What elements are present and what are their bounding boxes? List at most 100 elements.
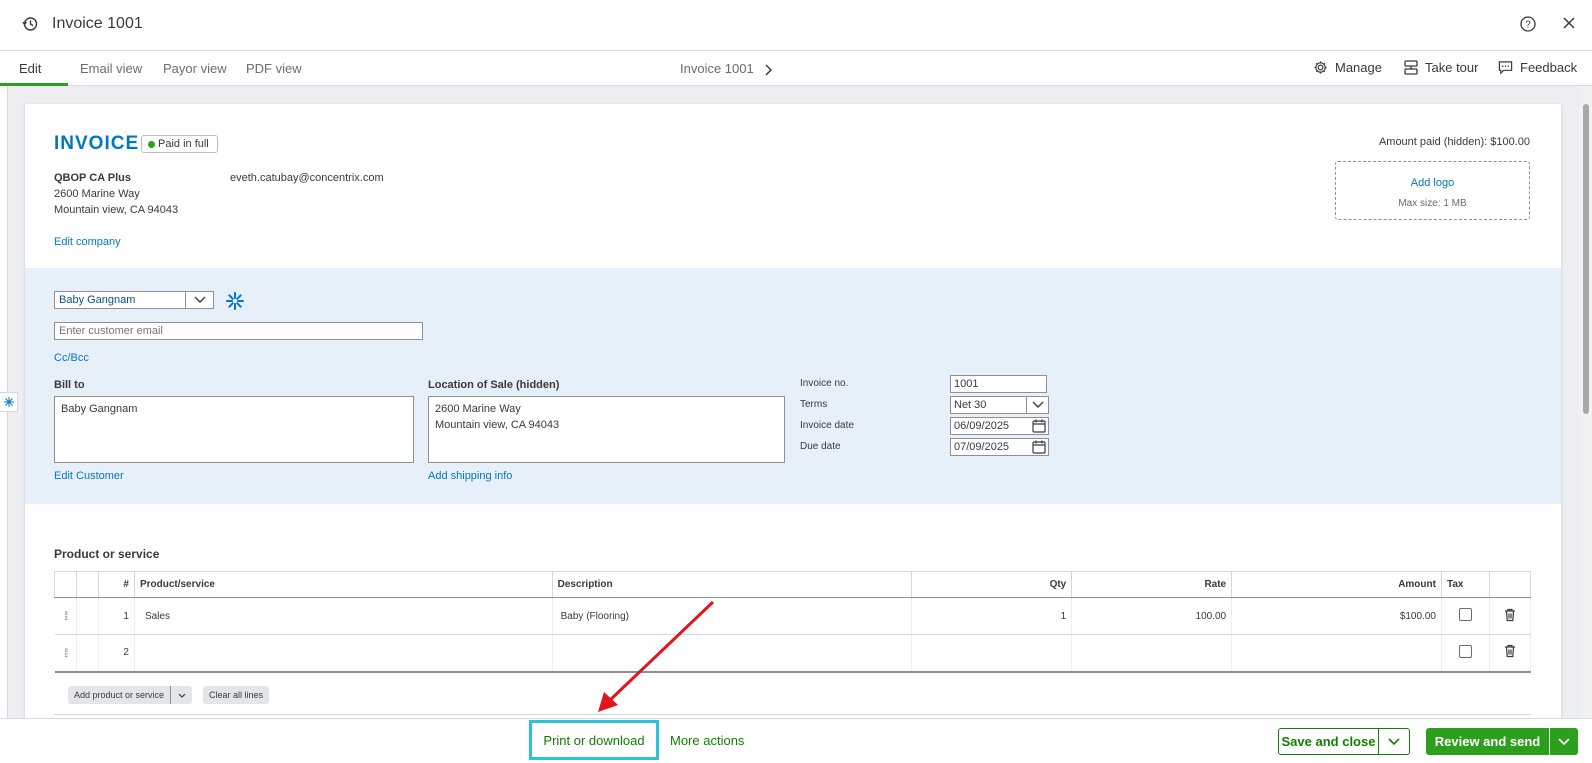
take-tour-button[interactable]: Take tour <box>1404 60 1478 75</box>
row-description[interactable] <box>552 634 913 673</box>
chevron-down-icon[interactable] <box>1550 728 1578 755</box>
invoice-date-label: Invoice date <box>800 420 854 431</box>
feedback-button[interactable]: Feedback <box>1498 60 1577 75</box>
status-dot-icon <box>148 141 155 148</box>
col-qty: Qty <box>911 571 1073 598</box>
trash-icon[interactable] <box>1489 634 1532 673</box>
add-shipping-link[interactable]: Add shipping info <box>428 470 512 482</box>
row-qty[interactable] <box>911 634 1073 673</box>
add-logo-link[interactable]: Add logo <box>1336 177 1529 189</box>
tab-edit[interactable]: Edit <box>19 61 41 76</box>
row-amount[interactable]: $100.00 <box>1231 597 1442 635</box>
row-rate[interactable]: 100.00 <box>1071 597 1233 635</box>
line-items-table: # Product/service Description Qty Rate A… <box>54 571 1532 673</box>
bill-to-label: Bill to <box>54 379 85 391</box>
location-line2: Mountain view, CA 94043 <box>435 419 560 431</box>
terms-label: Terms <box>800 399 828 410</box>
manage-button[interactable]: Manage <box>1313 60 1382 75</box>
take-tour-label: Take tour <box>1425 60 1479 75</box>
amount-paid: Amount paid (hidden): $100.00 <box>1378 136 1530 148</box>
bill-to-value: Baby Gangnam <box>61 403 138 415</box>
status-label: Paid in full <box>158 138 209 150</box>
table-header-row: # Product/service Description Qty Rate A… <box>54 571 1532 598</box>
assistant-sparkle-icon[interactable] <box>0 392 18 412</box>
help-icon[interactable]: ? <box>1520 16 1536 37</box>
due-date-label: Due date <box>800 441 841 452</box>
due-date-input[interactable]: 07/09/2025 <box>950 438 1049 456</box>
col-number: # <box>98 571 135 598</box>
review-send-button[interactable]: Review and send <box>1426 728 1578 755</box>
row-qty[interactable]: 1 <box>911 597 1073 635</box>
edit-customer-link[interactable]: Edit Customer <box>54 470 124 482</box>
col-drag <box>54 571 77 598</box>
col-rate: Rate <box>1071 571 1233 598</box>
logo-max-size: Max size: 1 MB <box>1398 198 1467 209</box>
chevron-down-icon[interactable] <box>185 292 213 308</box>
customer-select-value: Baby Gangnam <box>59 294 136 306</box>
customer-section <box>25 268 1561 504</box>
col-product: Product/service <box>134 571 553 598</box>
chevron-right-icon[interactable] <box>764 63 773 81</box>
ai-sparkle-icon[interactable] <box>225 291 245 316</box>
save-close-button[interactable]: Save and close <box>1278 728 1410 755</box>
row-spacer <box>76 597 99 635</box>
calendar-icon[interactable] <box>1032 440 1046 459</box>
invoice-no-input[interactable]: 1001 <box>950 375 1047 393</box>
terms-value: Net 30 <box>954 399 987 411</box>
tab-pdf-view[interactable]: PDF view <box>246 61 302 76</box>
top-bar: Invoice 1001 ? <box>0 0 1592 51</box>
cc-bcc-link[interactable]: Cc/Bcc <box>54 352 89 364</box>
drag-handle-icon[interactable]: ⁞⁞ <box>54 597 77 635</box>
invoice-date-value: 06/09/2025 <box>954 420 1010 432</box>
tax-checkbox[interactable] <box>1458 608 1472 621</box>
company-address-line1: 2600 Marine Way <box>54 188 140 200</box>
tax-checkbox[interactable] <box>1458 644 1472 658</box>
chevron-down-icon[interactable] <box>170 686 192 704</box>
customer-select[interactable]: Baby Gangnam <box>54 291 214 309</box>
chevron-down-icon[interactable] <box>1026 397 1048 413</box>
status-badge: Paid in full <box>141 135 218 153</box>
vertical-scrollbar[interactable] <box>1580 86 1592 718</box>
row-rate[interactable] <box>1071 634 1233 673</box>
page-title: Invoice 1001 <box>52 15 143 32</box>
feedback-icon <box>1498 61 1513 75</box>
row-amount[interactable] <box>1231 634 1442 673</box>
close-icon[interactable] <box>1562 16 1576 35</box>
add-product-button[interactable]: Add product or service <box>68 686 193 704</box>
location-of-sale-field[interactable]: 2600 Marine Way Mountain view, CA 94043 <box>428 396 785 463</box>
svg-text:?: ? <box>1525 20 1531 31</box>
table-row[interactable]: ⁞⁞ 1 Sales Baby (Flooring) 1 100.00 $100… <box>54 597 1532 635</box>
invoice-date-input[interactable]: 06/09/2025 <box>950 417 1049 435</box>
tab-payor-view[interactable]: Payor view <box>163 61 227 76</box>
table-row[interactable]: ⁞⁞ 2 <box>54 634 1532 673</box>
review-send-label[interactable]: Review and send <box>1426 728 1550 755</box>
customer-email-input[interactable] <box>54 322 423 340</box>
col-tax: Tax <box>1441 571 1490 598</box>
history-icon[interactable] <box>22 16 38 37</box>
invoice-no-value: 1001 <box>954 378 979 390</box>
manage-label: Manage <box>1335 60 1382 75</box>
col-spacer <box>76 571 99 598</box>
more-actions-button[interactable]: More actions <box>670 733 744 748</box>
edit-company-link[interactable]: Edit company <box>54 236 121 248</box>
add-logo-box[interactable]: Add logo Max size: 1 MB <box>1335 161 1530 220</box>
clear-lines-button[interactable]: Clear all lines <box>203 686 270 704</box>
trash-icon[interactable] <box>1489 597 1532 635</box>
save-close-label[interactable]: Save and close <box>1279 729 1379 754</box>
terms-select[interactable]: Net 30 <box>950 396 1049 414</box>
calendar-icon[interactable] <box>1032 419 1046 438</box>
drag-handle-icon[interactable]: ⁞⁞ <box>54 634 77 673</box>
row-product[interactable] <box>134 634 553 673</box>
view-tabs: Edit Email view Payor view PDF view Invo… <box>0 51 1592 86</box>
chevron-down-icon[interactable] <box>1379 729 1409 754</box>
row-product[interactable]: Sales <box>134 597 553 635</box>
location-line1: 2600 Marine Way <box>435 403 521 415</box>
tab-email-view[interactable]: Email view <box>80 61 142 76</box>
row-description[interactable]: Baby (Flooring) <box>552 597 913 635</box>
divider <box>54 714 1531 715</box>
breadcrumb: Invoice 1001 <box>680 61 754 76</box>
scrollbar-thumb[interactable] <box>1583 104 1589 414</box>
bill-to-field[interactable]: Baby Gangnam <box>54 396 414 463</box>
print-download-button[interactable]: Print or download <box>529 720 659 760</box>
row-number: 2 <box>98 634 135 673</box>
